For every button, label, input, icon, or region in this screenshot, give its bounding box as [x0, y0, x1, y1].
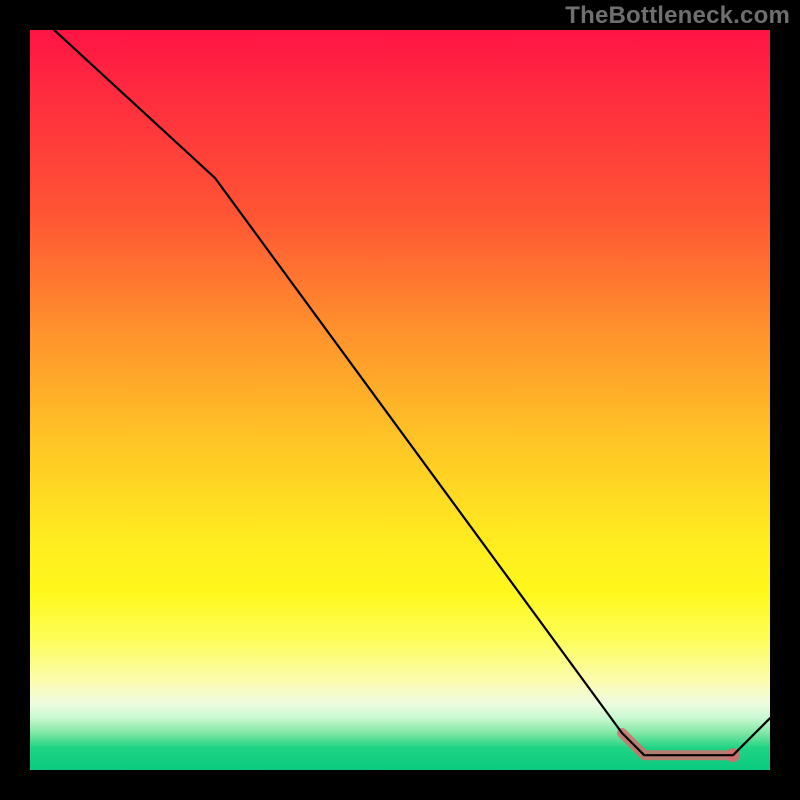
watermark-text: TheBottleneck.com	[565, 2, 790, 30]
optimal-zone-highlight	[622, 733, 733, 755]
plot-area	[30, 30, 770, 770]
bottleneck-curve	[30, 8, 770, 755]
chart-svg	[30, 30, 770, 770]
chart-stage: TheBottleneck.com	[0, 0, 800, 800]
